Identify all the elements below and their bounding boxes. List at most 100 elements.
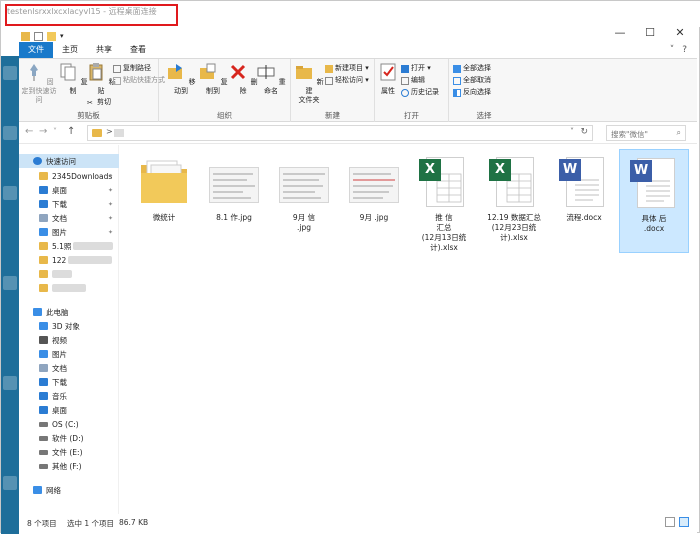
selection-count: 选中 1 个项目 [67, 519, 115, 528]
recent-locations-button[interactable]: ˅ [53, 127, 57, 136]
desktop-icon[interactable] [3, 66, 17, 80]
nav-item[interactable]: 软件 (D:) [19, 431, 119, 445]
new-item-icon [325, 64, 333, 73]
nav-item[interactable]: 音乐 [19, 389, 119, 403]
title-bar: testenlsrxxlxcxlacyvl15 - 远程桌面连接 [1, 1, 700, 27]
refresh-button[interactable]: ↻ [580, 127, 588, 137]
easy-access-icon [325, 76, 333, 85]
search-icon: ⌕ [676, 128, 681, 137]
back-button[interactable]: ← [25, 126, 33, 137]
nav-item[interactable]: 其他 (F:) [19, 459, 119, 473]
organize-group: 移动到 复制到 删除 重命名 组织 [159, 59, 291, 123]
large-icons-view-button[interactable] [679, 517, 689, 527]
document-icon [39, 214, 48, 222]
file-item[interactable]: 8.1 作.jpg [199, 149, 269, 253]
nav-item[interactable]: 文档 ✦ [19, 211, 119, 225]
view-toggle [665, 517, 689, 527]
desktop-icon[interactable] [3, 476, 17, 490]
nav-item[interactable] [19, 267, 119, 281]
file-item[interactable]: X 12.19 数据汇总 (12月23日统 计).xlsx [479, 149, 549, 253]
nav-this-pc[interactable]: 此电脑 [19, 305, 119, 319]
new-folder-icon[interactable] [47, 31, 56, 41]
details-view-button[interactable] [665, 517, 675, 527]
edit-icon [401, 76, 409, 85]
nav-item[interactable]: 文件 (E:) [19, 445, 119, 459]
file-item[interactable]: X 推 信 汇总 (12月13日统 计).xlsx [409, 149, 479, 253]
nav-item[interactable]: 桌面 [19, 403, 119, 417]
nav-network[interactable]: 网络 [19, 483, 119, 497]
address-input[interactable]: > ˅ ↻ [87, 125, 593, 141]
maximize-button[interactable]: ☐ [635, 23, 665, 41]
move-to-icon [168, 64, 183, 79]
cut-button[interactable]: ✂ 剪切 [87, 97, 111, 108]
redacted-text [52, 270, 72, 278]
properties-icon[interactable] [34, 31, 43, 41]
easy-access-button[interactable]: 轻松访问 ▾ [325, 75, 369, 86]
tab-file[interactable]: 文件 [19, 42, 53, 58]
invert-selection-icon [453, 88, 461, 97]
nav-item[interactable]: 3D 对象 [19, 319, 119, 333]
search-input[interactable]: 搜索"微信" ⌕ [606, 125, 686, 141]
close-button[interactable]: ✕ [665, 23, 695, 41]
folder-icon[interactable] [21, 31, 30, 41]
collapse-ribbon-icon[interactable]: ˅ [670, 45, 675, 55]
paste-shortcut-button[interactable]: 粘贴快捷方式 [113, 75, 165, 86]
address-dropdown-button[interactable]: ˅ [570, 127, 574, 136]
nav-item[interactable]: OS (C:) [19, 417, 119, 431]
history-button[interactable]: 历史记录 [401, 87, 439, 98]
edit-button[interactable]: 编辑 [401, 75, 425, 86]
open-button[interactable]: 打开 ▾ [401, 63, 431, 74]
rename-button[interactable]: 重命名 [255, 62, 287, 96]
properties-button[interactable]: 属性 [375, 62, 401, 96]
folder-icon [39, 256, 48, 264]
select-all-button[interactable]: 全部选择 [453, 63, 491, 74]
desktop-background [1, 56, 19, 534]
nav-item[interactable]: 图片 ✦ [19, 225, 119, 239]
download-icon [39, 378, 48, 386]
desktop-icon[interactable] [3, 376, 17, 390]
nav-quick-access[interactable]: 快速访问 [19, 154, 119, 168]
new-item-button[interactable]: 新建项目 ▾ [325, 63, 369, 74]
pin-quick-access-button[interactable]: 固定到快速访问 [21, 62, 57, 105]
nav-item[interactable]: 2345Downloads ✦ [19, 169, 119, 183]
desktop-icon[interactable] [3, 276, 17, 290]
image-file-icon [207, 155, 261, 209]
desktop-icon[interactable] [3, 126, 17, 140]
clipboard-group: 固定到快速访问 复制 粘贴 复制路径 粘贴快捷方式 ✂ 剪切 剪贴板 [19, 59, 165, 123]
tab-view[interactable]: 查看 [121, 42, 155, 58]
folder-icon [39, 284, 48, 292]
nav-item[interactable]: 5.1照 [19, 239, 119, 253]
nav-item[interactable]: 122 [19, 253, 119, 267]
file-item[interactable]: 微统计 [129, 149, 199, 253]
up-button[interactable]: ↑ [67, 126, 75, 137]
nav-item[interactable]: 文档 [19, 361, 119, 375]
minimize-button[interactable]: — [605, 23, 635, 41]
invert-selection-button[interactable]: 反向选择 [453, 87, 491, 98]
nav-item[interactable]: 图片 [19, 347, 119, 361]
file-item-selected[interactable]: W 具体 后 .docx [619, 149, 689, 253]
help-icon[interactable]: ? [682, 45, 687, 55]
redacted-text [68, 256, 113, 264]
desktop-icon[interactable] [3, 186, 17, 200]
new-group: 新建 文件夹 新建项目 ▾ 轻松访问 ▾ 新建 [291, 59, 375, 123]
tab-share[interactable]: 共享 [87, 42, 121, 58]
nav-item[interactable]: 下载 ✦ [19, 197, 119, 211]
chevron-down-icon[interactable]: ▾ [60, 32, 69, 41]
file-item[interactable]: 9月 信 .jpg [269, 149, 339, 253]
forward-button[interactable]: → [39, 126, 47, 137]
file-item[interactable]: W 流程.docx [549, 149, 619, 253]
select-none-button[interactable]: 全部取消 [453, 75, 491, 86]
new-folder-button[interactable]: 新建 文件夹 [293, 62, 325, 105]
nav-item[interactable] [19, 281, 119, 295]
organize-group-label: 组织 [217, 111, 232, 120]
nav-item[interactable]: 下载 [19, 375, 119, 389]
remote-desktop-window: testenlsrxxlxcxlacyvl15 - 远程桌面连接 ▾ — ☐ ✕… [0, 0, 700, 534]
nav-item[interactable]: 视频 [19, 333, 119, 347]
move-to-button[interactable]: 移动到 [165, 62, 197, 96]
copy-path-button[interactable]: 复制路径 [113, 63, 151, 74]
drive-icon [39, 463, 48, 469]
nav-item[interactable]: 桌面 ✦ [19, 183, 119, 197]
copy-to-button[interactable]: 复制到 [197, 62, 229, 96]
tab-home[interactable]: 主页 [53, 42, 87, 58]
file-item[interactable]: 9月 .jpg [339, 149, 409, 253]
